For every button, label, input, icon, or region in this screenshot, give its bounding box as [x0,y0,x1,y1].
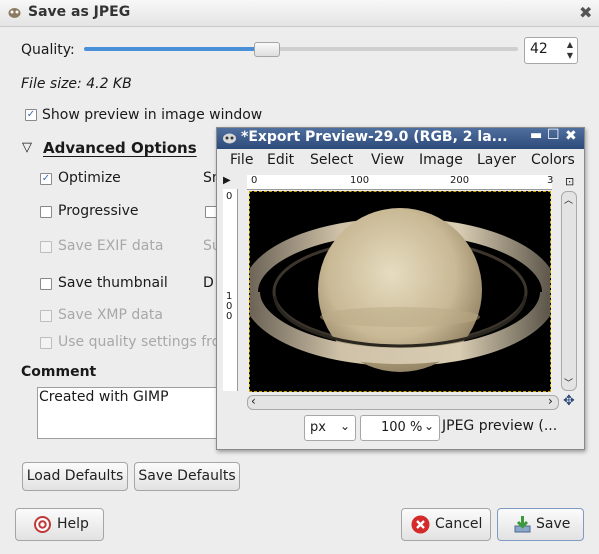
saturn-image [250,192,550,391]
ruler-tick: 0 [251,175,258,186]
quality-label: Quality: [21,42,75,58]
quality-spinbox[interactable]: 42 ▲ ▼ [524,37,578,64]
status-text: JPEG preview (... [442,418,558,434]
advanced-options-expander[interactable]: Advanced Options [43,139,197,157]
save-exif-checkbox[interactable] [40,241,52,253]
dialog-titlebar: Save as JPEG ✖ [0,0,599,27]
show-preview-label[interactable]: Show preview in image window [42,107,262,123]
scroll-left-icon[interactable]: ‹ [251,394,256,408]
menu-edit[interactable]: Edit [267,152,294,168]
menu-colors[interactable]: Colors [531,152,575,168]
menu-file[interactable]: File [230,152,253,168]
zoom-fit-icon[interactable]: ⊡ [565,175,574,188]
scroll-down-icon[interactable]: ﹀ [564,376,573,389]
right-col-option-4[interactable]: D [203,275,214,291]
chevron-down-icon: ⌄ [424,419,435,433]
save-defaults-button[interactable]: Save Defaults [134,462,240,491]
ruler-tick: 3 [547,175,554,186]
progressive-checkbox[interactable] [40,206,52,218]
preview-menubar: File Edit Select View Image Layer Colors [217,149,584,171]
chevron-up-icon[interactable]: ▲ [567,40,573,49]
save-thumbnail-checkbox[interactable] [40,278,52,290]
horizontal-ruler: 0 100 200 3 [247,175,554,190]
gimp-icon [223,133,236,144]
ruler-tick: 0 [226,311,233,322]
menu-layer[interactable]: Layer [477,152,516,168]
expander-triangle-icon[interactable]: ▽ [22,140,32,155]
horizontal-scrollbar[interactable]: ‹ › [247,394,559,410]
save-xmp-checkbox[interactable] [40,310,52,322]
save-thumbnail-label[interactable]: Save thumbnail [58,275,168,291]
cancel-label: Cancel [435,516,483,532]
dialog-title: Save as JPEG [28,4,131,20]
progressive-label[interactable]: Progressive [58,203,139,219]
save-download-icon [514,516,531,533]
preview-statusbar: px ⌄ 100 % ⌄ JPEG preview (... [217,413,584,447]
scroll-right-icon[interactable]: › [548,394,553,408]
quick-mask-icon[interactable]: ▶ [223,175,231,186]
save-label: Save [536,516,571,532]
ruler-tick: 0 [226,191,233,202]
save-exif-label: Save EXIF data [58,238,164,254]
use-quality-checkbox[interactable] [40,337,52,349]
maximize-icon[interactable]: ☐ [547,127,560,143]
unit-select[interactable]: px ⌄ [304,415,356,441]
vertical-scrollbar[interactable]: ︿ ﹀ [561,191,577,391]
comment-text: Created with GIMP [39,389,169,405]
menu-select[interactable]: Select [310,152,353,168]
gimp-icon [8,8,21,18]
image-canvas[interactable] [249,191,551,392]
navigate-icon[interactable]: ✥ [563,393,575,409]
zoom-select[interactable]: 100 % ⌄ [360,415,440,441]
menu-image[interactable]: Image [419,152,463,168]
vertical-ruler: 0 1 0 0 [223,189,238,391]
ruler-tick: 200 [450,175,470,186]
optimize-checkbox[interactable]: ✓ [40,173,52,185]
chevron-down-icon[interactable]: ▼ [567,51,573,60]
cancel-button[interactable]: Cancel [401,508,491,541]
load-defaults-button[interactable]: Load Defaults [22,462,128,491]
use-quality-label: Use quality settings fro [58,334,221,350]
export-preview-window[interactable]: *Export Preview-29.0 (RGB, 2 la... ▬ ☐ ✖… [216,127,585,450]
close-icon[interactable]: ✖ [565,128,577,144]
quality-slider-handle[interactable] [254,42,281,57]
close-icon[interactable]: ✖ [579,3,592,22]
help-icon [34,516,51,533]
preview-titlebar[interactable]: *Export Preview-29.0 (RGB, 2 la... ▬ ☐ ✖ [217,127,584,149]
unit-value: px [310,420,326,435]
preview-title: *Export Preview-29.0 (RGB, 2 la... [241,129,508,145]
zoom-value: 100 % [381,420,423,435]
quality-slider-fill [84,47,267,51]
cancel-icon [411,515,430,534]
help-button[interactable]: Help [15,508,104,541]
save-button[interactable]: Save [497,508,584,541]
quality-value: 42 [530,41,548,57]
comment-textarea[interactable]: Created with GIMP [37,387,239,439]
comment-heading: Comment [21,364,97,380]
file-size-label: File size: 4.2 KB [21,76,132,92]
optimize-label[interactable]: Optimize [58,170,121,186]
minimize-icon[interactable]: ▬ [530,128,542,143]
chevron-down-icon: ⌄ [340,419,351,433]
show-preview-checkbox[interactable]: ✓ [25,109,37,121]
menu-view[interactable]: View [371,152,404,168]
scroll-up-icon[interactable]: ︿ [564,193,573,206]
save-xmp-label: Save XMP data [58,307,163,323]
ruler-tick: 100 [350,175,370,186]
help-label: Help [57,516,89,532]
